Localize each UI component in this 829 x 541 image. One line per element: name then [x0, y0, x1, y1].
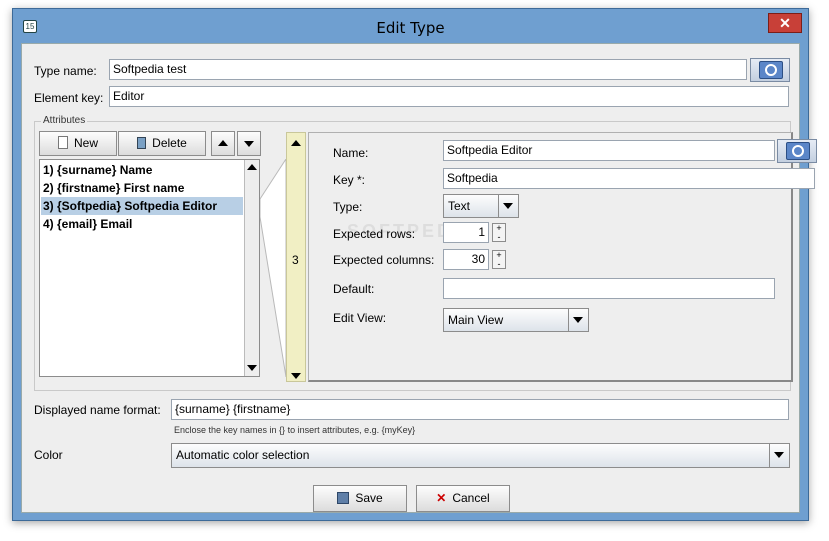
list-item[interactable]: 1) {surname} Name	[41, 161, 243, 179]
cancel-button[interactable]: ✕ Cancel	[416, 485, 510, 512]
type-select-value: Text	[448, 199, 471, 213]
previous-attribute-icon[interactable]	[291, 140, 301, 146]
default-label: Default:	[333, 282, 375, 296]
color-select-value: Automatic color selection	[176, 448, 310, 462]
expected-columns-spinner[interactable]: + -	[492, 250, 506, 269]
chevron-down-icon	[573, 317, 583, 323]
list-item[interactable]: 4) {email} Email	[41, 215, 243, 233]
type-name-field[interactable]: Softpedia test	[109, 59, 747, 80]
name-field[interactable]: Softpedia Editor	[443, 140, 775, 161]
delete-attribute-button[interactable]: Delete	[118, 131, 206, 156]
move-up-button[interactable]	[211, 131, 235, 156]
attribute-index-bar: 3	[286, 132, 306, 382]
list-scrollbar[interactable]	[244, 160, 259, 376]
key-label: Key *:	[333, 173, 366, 187]
arrow-up-icon	[218, 140, 228, 146]
new-document-icon	[57, 136, 68, 149]
expected-rows-field[interactable]: 1	[443, 222, 489, 243]
new-button-label: New	[73, 136, 98, 150]
save-disk-icon	[337, 492, 350, 504]
chevron-down-icon	[774, 452, 784, 458]
expected-rows-spinner[interactable]: + -	[492, 223, 506, 242]
title-bar[interactable]: 15 Edit Type ✕	[13, 9, 808, 43]
name-label: Name:	[333, 146, 369, 160]
dialog-content: Type name: Softpedia test Element key: E…	[21, 43, 817, 513]
move-down-button[interactable]	[237, 131, 261, 156]
new-attribute-button[interactable]: New	[39, 131, 117, 156]
edit-view-select-value: Main View	[448, 313, 504, 327]
cancel-button-label: Cancel	[452, 491, 490, 505]
element-key-label: Element key:	[34, 91, 104, 105]
display-format-label: Displayed name format:	[34, 403, 161, 417]
key-field[interactable]: Softpedia	[443, 168, 815, 189]
type-label: Type:	[333, 200, 363, 214]
attribute-detail-panel: SOFTPEDIA Name: Softpedia Editor Key *: …	[308, 132, 817, 382]
list-item[interactable]: 3) {Softpedia} Softpedia Editor	[41, 197, 243, 215]
cancel-x-icon: ✕	[436, 491, 447, 505]
close-button[interactable]: ✕	[768, 13, 802, 33]
chevron-down-icon	[503, 203, 513, 209]
globe-icon	[759, 61, 783, 79]
edit-view-select[interactable]: Main View	[443, 308, 589, 332]
attributes-group: Attributes New Delete 1) {surname} Name …	[34, 115, 817, 391]
edit-view-label: Edit View:	[333, 311, 387, 325]
default-field[interactable]	[443, 278, 775, 299]
display-format-field[interactable]: {surname} {firstname}	[171, 399, 789, 420]
edit-view-dropdown-button[interactable]	[568, 309, 588, 331]
expected-columns-field[interactable]: 30	[443, 249, 489, 270]
element-key-field[interactable]: Editor	[109, 86, 789, 107]
type-name-translate-button[interactable]	[750, 58, 790, 82]
attributes-list[interactable]: 1) {surname} Name 2) {firstname} First n…	[39, 159, 260, 377]
attribute-index-number: 3	[292, 253, 299, 267]
save-button[interactable]: Save	[313, 485, 407, 512]
list-item[interactable]: 2) {firstname} First name	[41, 179, 243, 197]
attributes-group-title: Attributes	[41, 115, 88, 126]
type-dropdown-button[interactable]	[498, 195, 518, 217]
display-format-hint: Enclose the key names in {} to insert at…	[174, 425, 416, 435]
arrow-down-icon	[244, 141, 254, 147]
delete-button-label: Delete	[152, 136, 187, 150]
name-translate-button[interactable]	[777, 139, 817, 163]
color-select[interactable]: Automatic color selection	[171, 443, 790, 468]
window-title: Edit Type	[376, 19, 445, 37]
globe-icon	[786, 142, 810, 160]
scroll-up-icon[interactable]	[247, 164, 257, 170]
color-dropdown-button[interactable]	[769, 444, 789, 467]
expected-rows-label: Expected rows:	[333, 227, 416, 241]
scroll-down-icon[interactable]	[247, 365, 257, 371]
type-select[interactable]: Text	[443, 194, 519, 218]
type-name-label: Type name:	[34, 64, 97, 78]
trash-icon	[137, 137, 147, 149]
next-attribute-icon[interactable]	[291, 373, 301, 379]
expected-columns-label: Expected columns:	[333, 253, 435, 267]
save-button-label: Save	[355, 491, 383, 505]
color-label: Color	[34, 448, 63, 462]
edit-type-window: 15 Edit Type ✕ Type name: Softpedia test…	[12, 8, 817, 521]
